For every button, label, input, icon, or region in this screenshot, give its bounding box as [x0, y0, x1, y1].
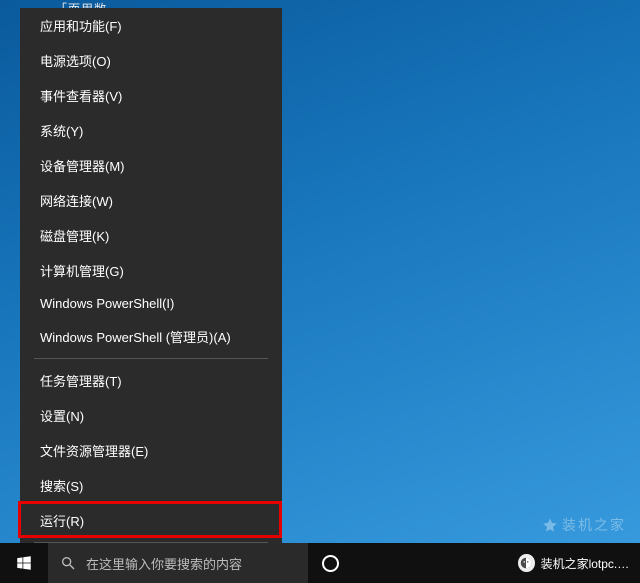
menu-power-options[interactable]: 电源选项(O): [20, 43, 282, 78]
menu-system[interactable]: 系统(Y): [20, 113, 282, 148]
menu-file-explorer[interactable]: 文件资源管理器(E): [20, 433, 282, 468]
menu-settings[interactable]: 设置(N): [20, 398, 282, 433]
menu-apps-features[interactable]: 应用和功能(F): [20, 8, 282, 43]
search-icon: [60, 555, 76, 571]
cortana-button[interactable]: [308, 543, 352, 583]
menu-event-viewer[interactable]: 事件查看器(V): [20, 78, 282, 113]
taskbar-search-box[interactable]: 在这里输入你要搜索的内容: [48, 543, 308, 583]
star-icon: [542, 517, 558, 533]
watermark-text: 装机之家: [562, 515, 626, 535]
menu-computer-management[interactable]: 计算机管理(G): [20, 253, 282, 288]
menu-search[interactable]: 搜索(S): [20, 468, 282, 503]
menu-task-manager[interactable]: 任务管理器(T): [20, 363, 282, 398]
watermark: 装机之家: [542, 515, 626, 535]
start-button[interactable]: [0, 543, 48, 583]
winx-context-menu: 应用和功能(F)电源选项(O)事件查看器(V)系统(Y)设备管理器(M)网络连接…: [20, 8, 282, 583]
menu-run[interactable]: 运行(R): [20, 503, 282, 538]
taskbar: 在这里输入你要搜索的内容 装机之家lotpc.co...: [0, 543, 640, 583]
menu-powershell-admin[interactable]: Windows PowerShell (管理员)(A): [20, 319, 282, 354]
menu-powershell[interactable]: Windows PowerShell(I): [20, 288, 282, 319]
tray-app-icon: [518, 554, 535, 572]
menu-disk-management[interactable]: 磁盘管理(K): [20, 218, 282, 253]
taskbar-search-placeholder: 在这里输入你要搜索的内容: [86, 554, 242, 573]
cortana-ring-icon: [322, 555, 339, 572]
menu-network-connections[interactable]: 网络连接(W): [20, 183, 282, 218]
menu-device-manager[interactable]: 设备管理器(M): [20, 148, 282, 183]
tray-app-label: 装机之家lotpc.co...: [541, 555, 632, 572]
taskbar-tray-app[interactable]: 装机之家lotpc.co...: [510, 543, 640, 583]
menu-separator: [34, 358, 268, 359]
windows-logo-icon: [15, 554, 33, 572]
